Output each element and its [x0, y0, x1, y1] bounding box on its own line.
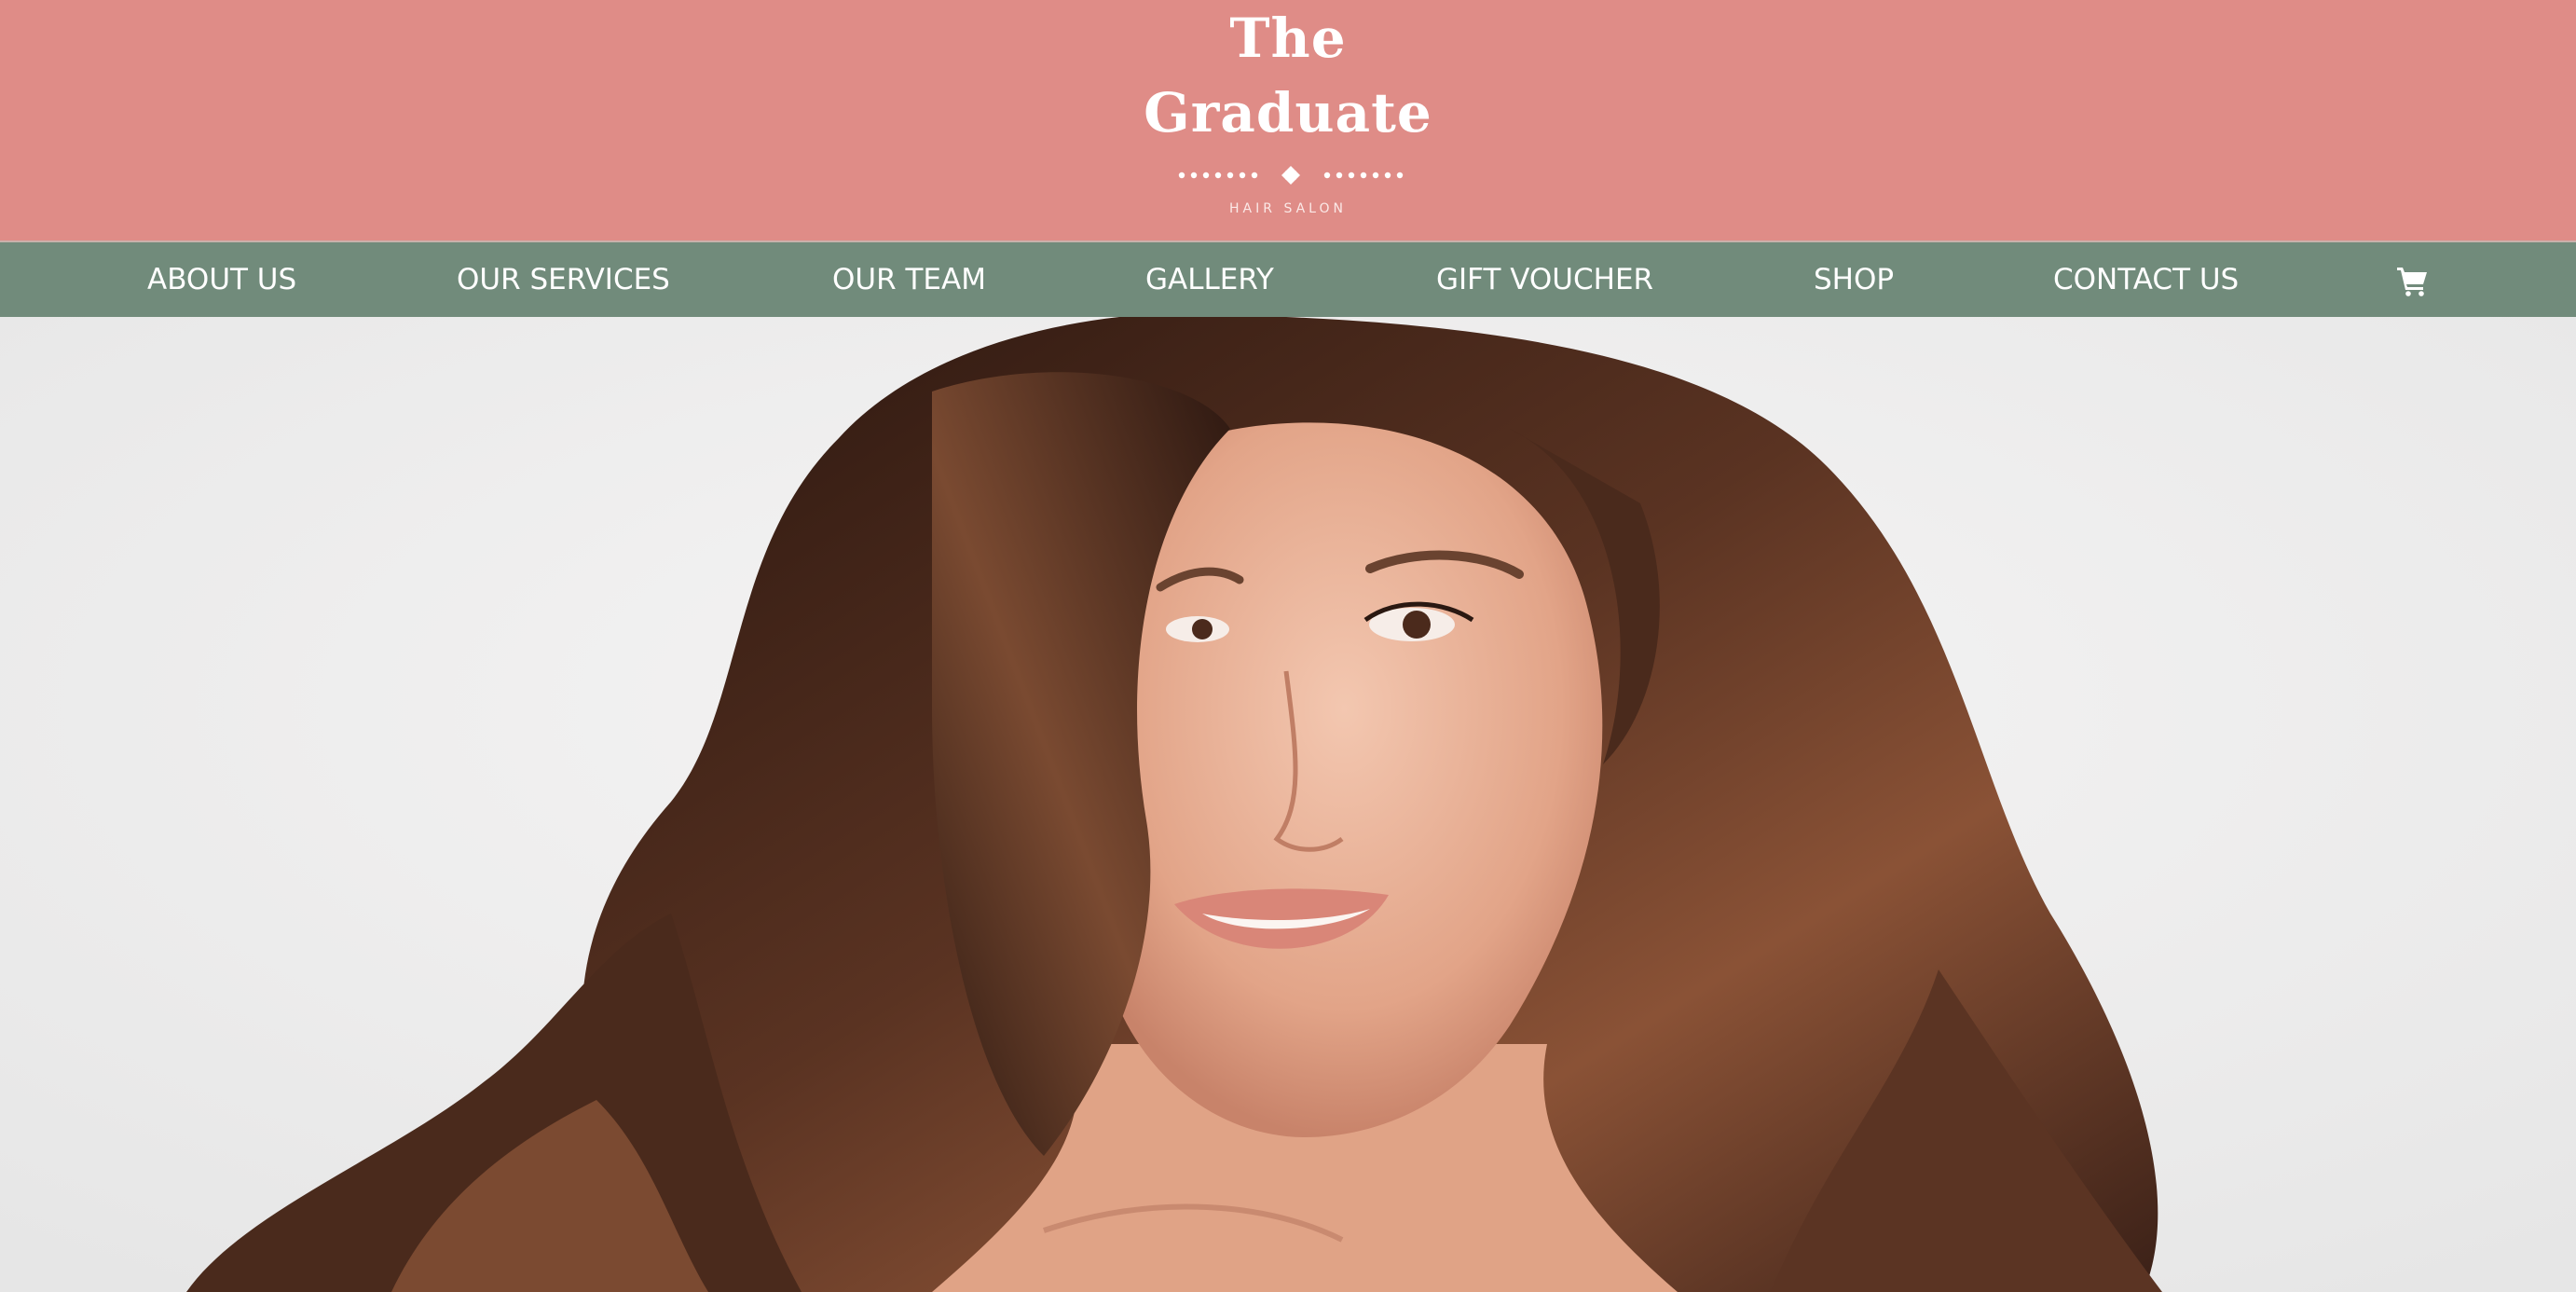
main-navigation: ABOUT US OUR SERVICES OUR TEAM GALLERY G… — [0, 241, 2576, 317]
shopping-cart-icon[interactable] — [2395, 265, 2429, 296]
logo-ornament-divider — [1178, 166, 1404, 185]
site-logo[interactable]: The Graduate HAIR SALON — [0, 0, 2576, 241]
nav-item-contact-us[interactable]: CONTACT US — [2053, 242, 2239, 317]
nav-item-gallery[interactable]: GALLERY — [1145, 242, 1274, 317]
nav-item-about-us[interactable]: ABOUT US — [147, 242, 296, 317]
site-header: The Graduate HAIR SALON — [0, 0, 2576, 241]
nav-item-our-services[interactable]: OUR SERVICES — [457, 242, 670, 317]
nav-item-gift-voucher[interactable]: GIFT VOUCHER — [1436, 242, 1653, 317]
nav-item-shop[interactable]: SHOP — [1814, 242, 1894, 317]
nav-item-our-team[interactable]: OUR TEAM — [832, 242, 986, 317]
logo-title-line-2: Graduate — [1144, 81, 1432, 144]
hero-portrait-image — [0, 317, 2576, 1292]
logo-title-line-1: The — [1229, 7, 1347, 70]
hero-banner — [0, 317, 2576, 1292]
logo-tagline: HAIR SALON — [1229, 201, 1347, 216]
